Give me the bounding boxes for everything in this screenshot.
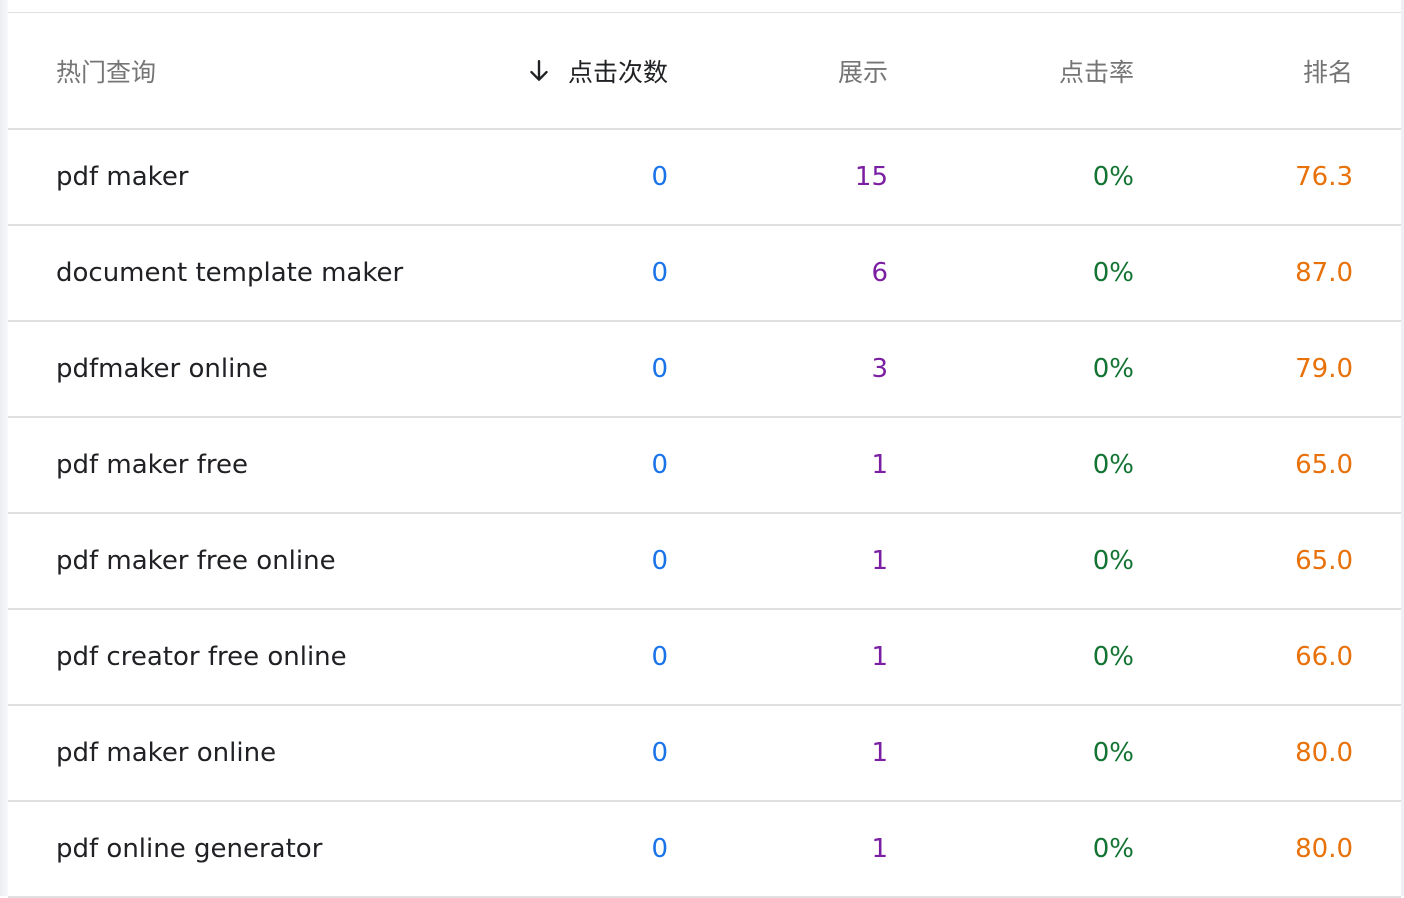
column-header-query[interactable]: 热门查询 [56,13,156,128]
column-header-impressions[interactable]: 展示 [838,13,888,128]
impressions-cell: 1 [871,642,888,672]
impressions-cell: 1 [871,738,888,768]
column-header-clicks[interactable]: 点击次数 [526,13,668,128]
arrow-down-icon[interactable] [526,58,552,84]
clicks-cell: 0 [651,258,668,288]
column-header-position[interactable]: 排名 [1303,13,1353,128]
table-row[interactable]: pdf maker free 0 1 0% 65.0 [8,418,1401,514]
position-cell: 65.0 [1295,450,1353,480]
queries-panel: 热门查询 点击次数 展示 点击率 排名 pdf maker 0 15 0% 76… [0,0,1404,898]
ctr-cell: 0% [1092,354,1134,384]
ctr-cell: 0% [1092,258,1134,288]
ctr-cell: 0% [1092,162,1134,192]
clicks-cell: 0 [651,834,668,864]
query-cell: pdf maker [56,162,189,192]
position-cell: 65.0 [1295,546,1353,576]
position-cell: 66.0 [1295,642,1353,672]
ctr-cell: 0% [1092,546,1134,576]
position-cell: 87.0 [1295,258,1353,288]
query-cell: pdf maker free online [56,546,336,576]
clicks-cell: 0 [651,162,668,192]
impressions-cell: 3 [871,354,888,384]
impressions-cell: 1 [871,450,888,480]
query-cell: pdf online generator [56,834,323,864]
table-header-row: 热门查询 点击次数 展示 点击率 排名 [8,13,1401,130]
query-cell: pdf maker online [56,738,277,768]
table-row[interactable]: pdfmaker online 0 3 0% 79.0 [8,322,1401,418]
query-cell: pdf maker free [56,450,249,480]
clicks-cell: 0 [651,450,668,480]
table-row[interactable]: pdf maker free online 0 1 0% 65.0 [8,514,1401,610]
table-row[interactable]: document template maker 0 6 0% 87.0 [8,226,1401,322]
column-header-ctr[interactable]: 点击率 [1059,13,1134,128]
query-cell: pdf creator free online [56,642,347,672]
query-cell: pdfmaker online [56,354,268,384]
impressions-cell: 6 [871,258,888,288]
ctr-cell: 0% [1092,834,1134,864]
ctr-cell: 0% [1092,450,1134,480]
position-cell: 79.0 [1295,354,1353,384]
clicks-cell: 0 [651,354,668,384]
clicks-cell: 0 [651,738,668,768]
queries-table: 热门查询 点击次数 展示 点击率 排名 pdf maker 0 15 0% 76… [8,13,1401,898]
impressions-cell: 1 [871,834,888,864]
impressions-cell: 1 [871,546,888,576]
column-header-clicks-label: 点击次数 [567,57,668,87]
clicks-cell: 0 [651,546,668,576]
table-row[interactable]: pdf maker online 0 1 0% 80.0 [8,706,1401,802]
position-cell: 76.3 [1295,162,1353,192]
left-edge-shadow [0,0,8,896]
position-cell: 80.0 [1295,834,1353,864]
clicks-cell: 0 [651,642,668,672]
query-cell: document template maker [56,258,404,288]
table-row[interactable]: pdf creator free online 0 1 0% 66.0 [8,610,1401,706]
table-row[interactable]: pdf online generator 0 1 0% 80.0 [8,802,1401,898]
ctr-cell: 0% [1092,738,1134,768]
table-row[interactable]: pdf maker 0 15 0% 76.3 [8,130,1401,226]
ctr-cell: 0% [1092,642,1134,672]
impressions-cell: 15 [854,162,888,192]
position-cell: 80.0 [1295,738,1353,768]
